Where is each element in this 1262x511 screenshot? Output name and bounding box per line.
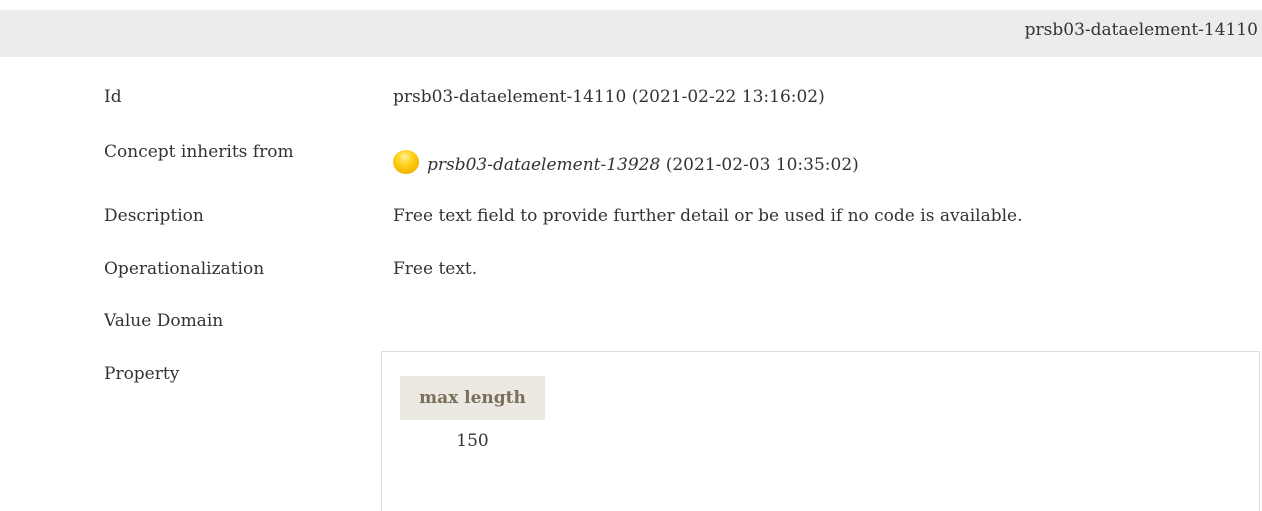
description-label: Description <box>104 206 204 226</box>
table-cell-max-length: 150 <box>456 431 489 451</box>
operationalization-label: Operationalization <box>104 259 265 279</box>
table-header-max-length: max length <box>400 376 545 420</box>
property-label: Property <box>104 364 180 384</box>
operationalization-value: Free text. <box>393 259 478 279</box>
inherits-link[interactable]: prsb03-dataelement-13928 <box>427 155 660 175</box>
status-circle-icon <box>393 150 419 174</box>
property-table: max length 150 <box>381 351 1260 511</box>
inherits-value: prsb03-dataelement-13928 (2021-02-03 10:… <box>393 150 859 175</box>
inherits-label: Concept inherits from <box>104 142 294 162</box>
description-value: Free text field to provide further detai… <box>393 206 1023 226</box>
value-domain-label: Value Domain <box>104 311 224 331</box>
header-bar: prsb03-dataelement-14110 <box>0 10 1262 57</box>
inherits-date: (2021-02-03 10:35:02) <box>665 155 859 175</box>
id-label: Id <box>104 87 122 107</box>
page-title: prsb03-dataelement-14110 <box>1024 20 1258 40</box>
id-value: prsb03-dataelement-14110 (2021-02-22 13:… <box>393 87 825 107</box>
